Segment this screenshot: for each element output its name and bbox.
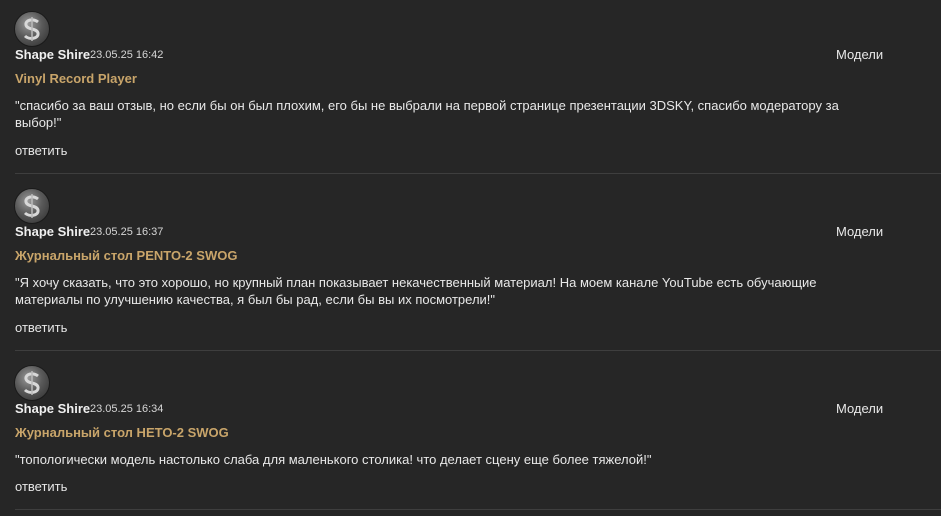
category-link[interactable]: Модели	[836, 224, 883, 239]
author-name[interactable]: Shape Shire	[15, 47, 90, 62]
comment-date: 23.05.25 16:34	[90, 403, 164, 415]
comment-date: 23.05.25 16:42	[90, 49, 164, 61]
avatar-logo-icon	[23, 194, 40, 218]
author-name[interactable]: Shape Shire	[15, 401, 90, 416]
model-link[interactable]: Журнальный стол PENTO-2 SWOG	[15, 248, 237, 263]
avatar-logo-icon	[23, 371, 40, 395]
comment-text: "Я хочу сказать, что это хорошо, но круп…	[15, 275, 817, 307]
avatar[interactable]	[14, 188, 50, 224]
model-link[interactable]: Vinyl Record Player	[15, 71, 137, 86]
comment-text: "спасибо за ваш отзыв, но если бы он был…	[15, 98, 839, 130]
category-link[interactable]: Модели	[836, 47, 883, 62]
comment-divider	[15, 350, 941, 351]
avatar[interactable]	[14, 11, 50, 47]
avatar[interactable]	[14, 365, 50, 401]
author-name[interactable]: Shape Shire	[15, 224, 90, 239]
comment-date: 23.05.25 16:37	[90, 226, 164, 238]
category-link[interactable]: Модели	[836, 401, 883, 416]
comment-text: "топологически модель настолько слаба дл…	[15, 452, 652, 467]
model-link[interactable]: Журнальный стол HETO-2 SWOG	[15, 425, 229, 440]
avatar-logo-icon	[23, 17, 40, 41]
reply-button[interactable]: ответить	[15, 143, 67, 158]
comment-divider	[15, 509, 941, 510]
reply-button[interactable]: ответить	[15, 479, 67, 494]
reply-button[interactable]: ответить	[15, 320, 67, 335]
comment-divider	[15, 173, 941, 174]
